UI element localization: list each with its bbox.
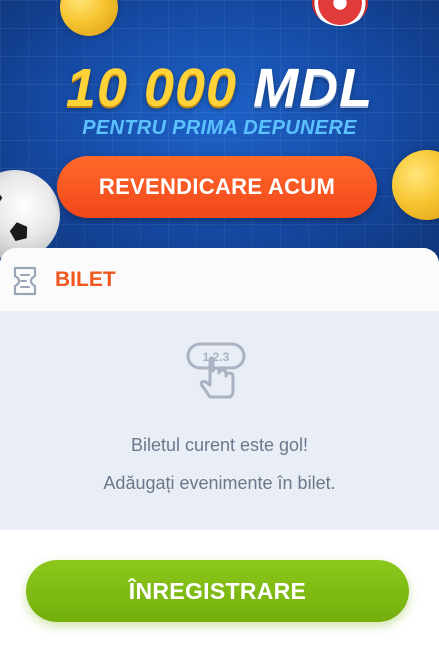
ticket-title: BILET: [55, 268, 116, 291]
tap-numbers-icon: 1.2.3: [186, 342, 246, 399]
promo-subtitle: PENTRU PRIMA DEPUNERE: [82, 117, 357, 139]
register-button[interactable]: ÎNREGISTRARE: [26, 560, 409, 622]
claim-now-button[interactable]: REVENDICARE ACUM: [57, 156, 377, 218]
ticket-header[interactable]: BILET: [0, 248, 439, 311]
empty-ticket-hint: Adăugați evenimente în bilet.: [103, 473, 336, 493]
empty-ticket-message: Biletul curent este gol!: [130, 435, 309, 455]
empty-ticket-area: 1.2.3 Biletul curent este gol! Adăugați …: [0, 311, 439, 530]
ticket-icon: [13, 266, 37, 296]
promo-currency: MDL: [253, 58, 374, 118]
gold-coin-icon: [392, 150, 439, 220]
casino-chip-icon: [312, 0, 368, 26]
promo-banner[interactable]: 10 000 MDL PENTRU PRIMA DEPUNERE REVENDI…: [0, 0, 439, 262]
tap-numbers-digits: 1.2.3: [203, 350, 230, 364]
promo-amount-number: 10 000: [65, 58, 238, 118]
soccer-ball-icon: [0, 170, 60, 260]
gold-coin-icon: [60, 0, 118, 36]
promo-amount: 10 000 MDL: [0, 58, 439, 118]
